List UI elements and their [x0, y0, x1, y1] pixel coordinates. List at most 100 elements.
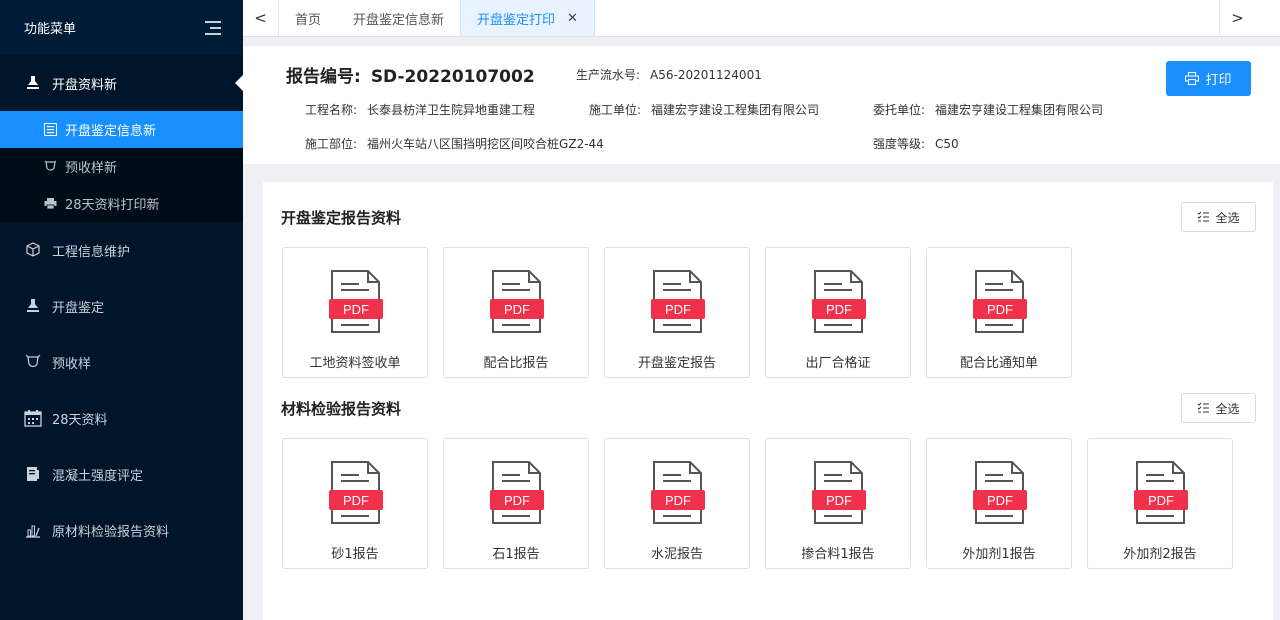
report-number: SD-20220107002: [370, 67, 535, 87]
report-info-panel: 报告编号: SD-20220107002 生产流水号: A56-2020112400…: [243, 46, 1280, 164]
builder-label: 施工单位:: [589, 103, 642, 117]
card-label: 水泥报告: [650, 547, 703, 562]
card-label: 外加剂1报告: [962, 547, 1036, 562]
tab-kaipan-print[interactable]: 开盘鉴定打印 ✕: [460, 0, 595, 36]
sidebar: 功能菜单 开盘资料新 开盘鉴定信息新 预收样新 28天资料打印新 工程信息维护 …: [0, 0, 243, 620]
report-card[interactable]: PDF 掺合料1报告: [765, 438, 911, 569]
pdf-badge: PDF: [343, 302, 369, 317]
tab-scroll-right-button[interactable]: >: [1219, 0, 1255, 36]
tab-bar: < 首页 开盘鉴定信息新 开盘鉴定打印 ✕ >: [243, 0, 1280, 37]
card-label: 开盘鉴定报告: [637, 356, 716, 371]
calendar-icon: [24, 409, 42, 427]
menu-collapse-icon[interactable]: [205, 20, 221, 35]
serial-label: 生产流水号:: [576, 68, 641, 82]
project-value: 长泰县枋洋卫生院异地重建工程: [367, 103, 536, 117]
grade-label: 强度等级:: [873, 137, 926, 151]
sidebar-group-raw-material[interactable]: 原材料检验报告资料: [0, 502, 243, 558]
grade-field: 强度等级: C50: [873, 135, 959, 152]
pdf-file-icon: PDF: [651, 270, 705, 333]
chart-icon: [24, 521, 42, 539]
card-label: 石1报告: [492, 547, 540, 562]
location-label: 施工部位:: [305, 137, 358, 151]
report-card[interactable]: PDF 工地资料签收单: [282, 247, 428, 378]
sidebar-group-28day[interactable]: 28天资料: [0, 390, 243, 446]
card-label: 配合比报告: [483, 356, 549, 371]
project-field: 工程名称: 长泰县枋洋卫生院异地重建工程: [305, 101, 535, 118]
report-card[interactable]: PDF 配合比报告: [443, 247, 589, 378]
location-value: 福州火车站八区围挡明挖区间咬合桩GZ2-44: [367, 137, 604, 151]
builder-value: 福建宏亨建设工程集团有限公司: [651, 103, 820, 117]
pdf-badge: PDF: [665, 302, 691, 317]
card-list-kaipan: PDF 工地资料签收单 PDF 配合比报告 PDF 开盘鉴定报告 PDF 出厂合…: [282, 247, 1087, 378]
card-label: 掺合料1报告: [801, 547, 875, 562]
close-icon[interactable]: ✕: [567, 11, 578, 26]
sidebar-group-label: 混凝土强度评定: [52, 468, 144, 484]
checklist-icon: [1198, 211, 1210, 222]
sidebar-group-label: 28天资料: [52, 412, 108, 428]
select-all-label: 全选: [1215, 210, 1240, 225]
sidebar-item-kaipan-info-new[interactable]: 开盘鉴定信息新: [0, 111, 243, 148]
report-card[interactable]: PDF 配合比通知单: [926, 247, 1072, 378]
checklist-icon: [1198, 402, 1210, 413]
sidebar-group-project-info[interactable]: 工程信息维护: [0, 222, 243, 278]
pdf-file-icon: PDF: [973, 461, 1027, 524]
report-card[interactable]: PDF 石1报告: [443, 438, 589, 569]
pdf-badge: PDF: [665, 493, 691, 508]
sidebar-group-kaipan-identify[interactable]: 开盘鉴定: [0, 278, 243, 334]
pdf-badge: PDF: [504, 302, 530, 317]
pdf-badge: PDF: [826, 302, 852, 317]
sidebar-item-28day-print-new[interactable]: 28天资料打印新: [0, 185, 243, 222]
tab-kaipan-info-new[interactable]: 开盘鉴定信息新: [337, 0, 460, 36]
sidebar-group-presample[interactable]: 预收样: [0, 334, 243, 390]
builder-field: 施工单位: 福建宏亨建设工程集团有限公司: [589, 101, 819, 118]
sidebar-submenu: 开盘鉴定信息新 预收样新 28天资料打印新: [0, 111, 243, 222]
client-field: 委托单位: 福建宏亨建设工程集团有限公司: [873, 101, 1103, 118]
select-all-button[interactable]: 全选: [1181, 393, 1256, 423]
document-icon: [24, 465, 42, 483]
sidebar-item-label: 开盘鉴定信息新: [65, 124, 157, 139]
sidebar-group-label: 预收样: [52, 356, 92, 372]
sidebar-title: 功能菜单: [24, 22, 77, 37]
pdf-file-icon: PDF: [812, 461, 866, 524]
pdf-file-icon: PDF: [329, 461, 383, 524]
project-label: 工程名称:: [305, 103, 358, 117]
cube-icon: [24, 241, 42, 259]
printer-icon: [43, 197, 57, 211]
sidebar-item-presample-new[interactable]: 预收样新: [0, 148, 243, 185]
print-button[interactable]: 打印: [1166, 61, 1251, 96]
stamp-icon: [24, 74, 42, 92]
pdf-file-icon: PDF: [490, 461, 544, 524]
pdf-file-icon: PDF: [1134, 461, 1188, 524]
sidebar-item-label: 28天资料打印新: [65, 198, 160, 213]
report-card[interactable]: PDF 外加剂1报告: [926, 438, 1072, 569]
report-card[interactable]: PDF 砂1报告: [282, 438, 428, 569]
pdf-file-icon: PDF: [812, 270, 866, 333]
pdf-file-icon: PDF: [329, 270, 383, 333]
tab-label: 首页: [295, 12, 322, 28]
pdf-badge: PDF: [343, 493, 369, 508]
card-label: 配合比通知单: [959, 356, 1038, 371]
section-title-material: 材料检验报告资料: [281, 400, 402, 418]
card-label: 工地资料签收单: [309, 356, 401, 371]
tab-scroll-left-button[interactable]: <: [243, 0, 279, 36]
card-label: 出厂合格证: [805, 356, 871, 371]
card-label: 砂1报告: [331, 547, 379, 562]
sidebar-group-strength-eval[interactable]: 混凝土强度评定: [0, 446, 243, 502]
report-card[interactable]: PDF 开盘鉴定报告: [604, 247, 750, 378]
pdf-file-icon: PDF: [651, 461, 705, 524]
pdf-file-icon: PDF: [490, 270, 544, 333]
pdf-badge: PDF: [987, 493, 1013, 508]
tab-label: 开盘鉴定信息新: [353, 12, 445, 28]
client-value: 福建宏亨建设工程集团有限公司: [935, 103, 1104, 117]
tab-home[interactable]: 首页: [279, 0, 337, 36]
sidebar-group-kaipan-new[interactable]: 开盘资料新: [0, 55, 243, 111]
stamp-icon: [24, 297, 42, 315]
report-card[interactable]: PDF 出厂合格证: [765, 247, 911, 378]
content-panel: 开盘鉴定报告资料 全选 PDF 工地资料签收单 PDF 配合比报告 PDF 开盘…: [263, 182, 1273, 620]
report-card[interactable]: PDF 水泥报告: [604, 438, 750, 569]
select-all-button[interactable]: 全选: [1181, 202, 1256, 232]
serial-value: A56-20201124001: [650, 68, 762, 82]
report-card[interactable]: PDF 外加剂2报告: [1087, 438, 1233, 569]
select-all-label: 全选: [1215, 401, 1240, 416]
pdf-badge: PDF: [826, 493, 852, 508]
